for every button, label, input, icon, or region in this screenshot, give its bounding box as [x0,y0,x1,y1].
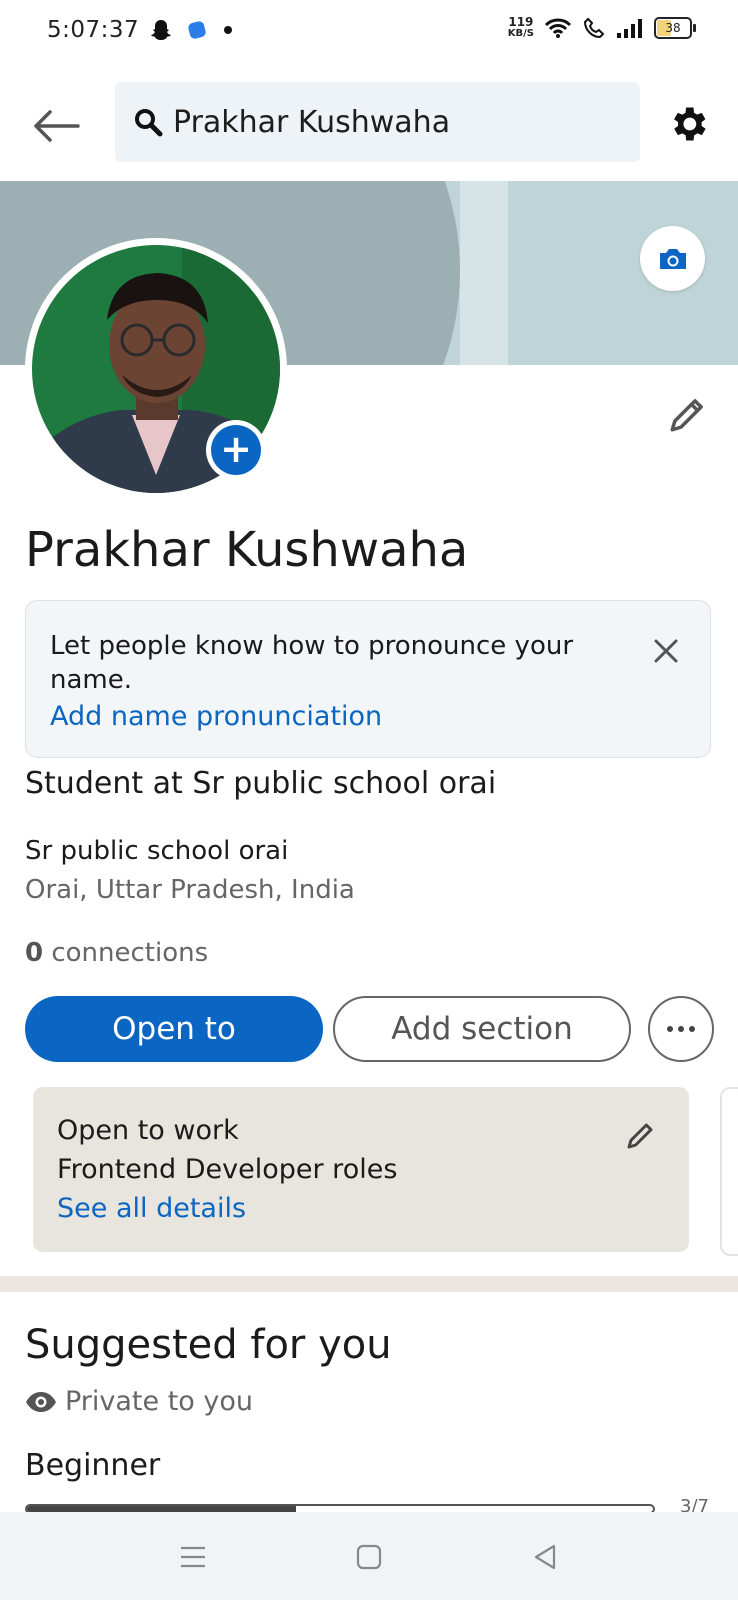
profile-company[interactable]: Sr public school orai [25,836,288,866]
pencil-icon [670,399,703,432]
wifi-calling-icon [583,17,605,39]
private-label: Private to you [65,1386,254,1417]
edit-open-to-work-button[interactable] [621,1115,661,1155]
banner-decoration-stripe [460,181,508,365]
add-name-pronunciation-link[interactable]: Add name pronunciation [50,701,382,732]
menu-icon [181,1546,205,1568]
edit-banner-button[interactable] [640,226,705,291]
status-right-icons: 119 KB/S 38 [507,15,696,40]
recents-button[interactable] [170,1534,216,1580]
search-query: Prakhar Kushwaha [173,104,451,140]
status-notification-icons [150,18,234,42]
add-section-button[interactable]: Add section [333,996,631,1062]
add-photo-button[interactable]: + [206,420,266,480]
open-to-button[interactable]: Open to [25,996,323,1062]
app-notification-icon [188,21,206,39]
gear-icon [674,107,706,141]
status-bar: 5:07:37 119 KB/S 38 [0,0,738,66]
dot-icon [224,26,232,34]
private-to-you: Private to you [25,1386,253,1417]
pronunciation-prompt: Let people know how to pronounce your na… [50,631,574,695]
battery-indicator: 38 [654,17,696,39]
pencil-icon [627,1123,653,1149]
dismiss-pronunciation-button[interactable] [646,631,686,671]
eye-icon [26,1391,56,1412]
back-button[interactable] [28,98,84,154]
plus-icon: + [211,425,261,475]
open-to-work-title: Open to work [57,1115,239,1146]
square-icon [356,1544,382,1570]
open-to-work-card[interactable]: Open to work Frontend Developer roles Se… [33,1087,689,1252]
connections-count[interactable]: 0 connections [25,938,208,968]
signal-icon [617,19,642,38]
profile-name: Prakhar Kushwaha [25,522,469,578]
wifi-icon [544,18,572,38]
arrow-left-icon [34,110,80,142]
back-nav-button[interactable] [522,1534,568,1580]
name-pronunciation-card: Let people know how to pronounce your na… [25,600,711,758]
next-card-peek[interactable] [720,1087,738,1256]
edit-intro-button[interactable] [664,390,712,438]
triangle-back-icon [534,1544,556,1570]
search-icon [135,109,163,137]
settings-button[interactable] [662,98,714,150]
more-horizontal-icon [667,1026,695,1032]
status-time: 5:07:37 [47,17,140,43]
close-icon [654,639,678,663]
profile-headline: Student at Sr public school orai [25,766,497,801]
more-actions-button[interactable] [648,996,714,1062]
snapchat-icon [151,20,171,40]
see-all-details-link[interactable]: See all details [57,1193,246,1224]
search-input[interactable]: Prakhar Kushwaha [115,82,640,162]
section-divider [0,1276,738,1292]
profile-location: Orai, Uttar Pradesh, India [25,875,355,905]
system-nav-bar [0,1512,738,1600]
home-button[interactable] [346,1534,392,1580]
level-label: Beginner [25,1448,161,1483]
camera-icon [659,248,686,269]
net-speed: 119 KB/S [507,15,534,39]
open-to-work-roles: Frontend Developer roles [57,1154,398,1185]
suggested-title: Suggested for you [25,1322,392,1368]
